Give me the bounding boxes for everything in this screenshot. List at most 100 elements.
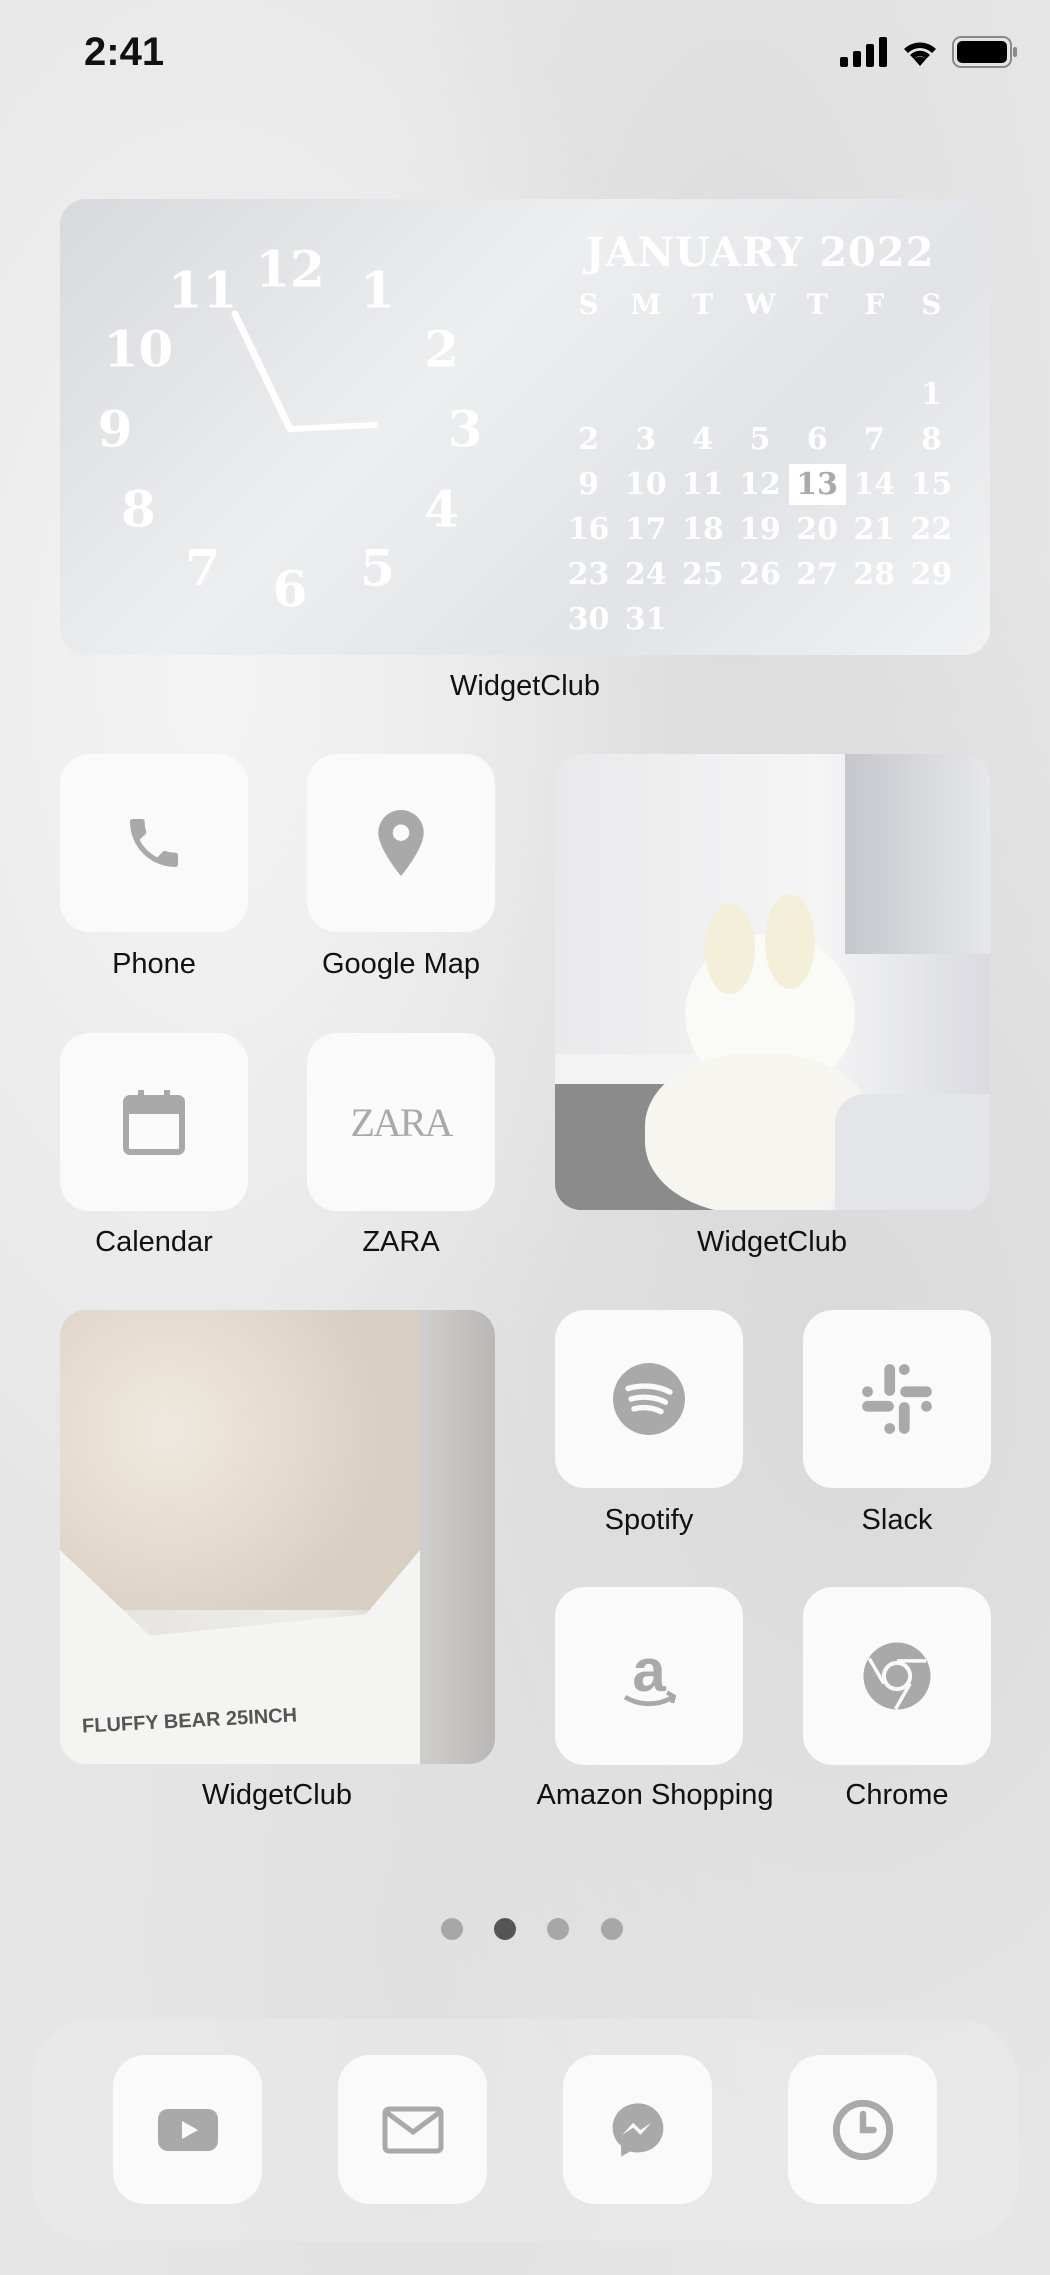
weekday-header: T — [692, 288, 714, 321]
calendar-day: 3 — [635, 422, 657, 457]
calendar-day: 28 — [853, 557, 896, 592]
photo-bunny-ear — [705, 904, 755, 994]
calendar-day: 10 — [624, 467, 667, 502]
clock-number: 3 — [447, 399, 483, 459]
map-pin-icon — [378, 810, 424, 876]
clock-calendar-widget[interactable]: 12 1 2 3 4 5 6 7 8 9 10 11 JANUARY 2022 SMTWTFS1234… — [60, 199, 990, 655]
calendar: JANUARY 2022 S M T W T F S 1 2 3 4 5 6 7 8 9 10 11 12 13 14 1… — [560, 229, 960, 640]
photo-blanket — [835, 1094, 990, 1210]
clock-number: 8 — [121, 479, 156, 539]
clock-number: 11 — [167, 260, 238, 320]
calendar-day: 8 — [920, 422, 942, 457]
clock-icon — [832, 2099, 893, 2160]
slack-icon — [862, 1364, 932, 1434]
empty-day — [617, 374, 674, 415]
status-time: 2:41 — [84, 30, 165, 74]
calendar-day: 18 — [681, 512, 724, 547]
calendar-day: 24 — [624, 557, 667, 592]
app-amazon-shopping[interactable]: a — [555, 1587, 743, 1765]
amazon-icon: a — [623, 1640, 677, 1707]
calendar-icon — [123, 1090, 185, 1155]
calendar-title: JANUARY 2022 — [585, 229, 935, 276]
calendar-day: 26 — [739, 557, 781, 592]
calendar-day: 30 — [567, 602, 610, 637]
calendar-day: 25 — [681, 557, 724, 592]
widget-label: WidgetClub — [697, 1226, 847, 1258]
calendar-day: 5 — [749, 422, 771, 457]
calendar-day: 4 — [692, 422, 714, 457]
dock-app-youtube[interactable] — [113, 2055, 262, 2204]
calendar-grid: S M T W T F S 1 2 3 4 5 6 7 8 9 10 11 12 13 14 15 16 17 18 19 20 21… — [560, 284, 960, 640]
widget-label: WidgetClub — [450, 670, 600, 702]
youtube-icon — [157, 2108, 218, 2151]
empty-day — [731, 374, 788, 415]
clock-number: 1 — [360, 260, 395, 320]
messenger-icon — [612, 2102, 663, 2157]
empty-day — [674, 374, 731, 415]
app-label: Amazon Shopping — [536, 1779, 774, 1811]
weekday-header: W — [744, 288, 776, 321]
chrome-icon — [863, 1642, 931, 1710]
page-dot[interactable] — [547, 1918, 569, 1940]
calendar-day: 20 — [796, 512, 838, 547]
app-slack[interactable] — [803, 1310, 991, 1488]
app-google-map[interactable] — [307, 754, 495, 932]
calendar-day: 17 — [624, 512, 667, 547]
app-zara[interactable]: ZARA — [307, 1033, 495, 1211]
calendar-day: 2 — [578, 422, 599, 457]
app-spotify[interactable] — [555, 1310, 743, 1488]
calendar-day: 22 — [910, 512, 953, 547]
photo-bears — [60, 1310, 420, 1610]
clock-number: 9 — [97, 399, 133, 459]
weekday-header: F — [864, 288, 885, 321]
weekday-header: S — [578, 288, 599, 321]
clock-number: 6 — [272, 559, 308, 619]
status-icons — [840, 36, 1018, 68]
signal-icon — [840, 37, 887, 67]
zara-logo: ZARA — [350, 1099, 454, 1145]
mail-icon — [382, 2106, 443, 2153]
app-phone[interactable] — [60, 754, 248, 932]
dock-app-mail[interactable] — [338, 2055, 487, 2204]
calendar-day: 9 — [578, 467, 599, 502]
calendar-day: 29 — [910, 557, 953, 592]
empty-day — [789, 374, 846, 415]
calendar-day: 14 — [853, 467, 896, 502]
app-label: Slack — [861, 1504, 933, 1536]
app-calendar[interactable] — [60, 1033, 248, 1211]
weekday-header: T — [806, 288, 828, 321]
photo-widget-bunny[interactable] — [555, 754, 990, 1210]
app-label: Phone — [112, 948, 196, 980]
calendar-day: 23 — [567, 557, 610, 592]
calendar-day-today: 13 — [788, 464, 846, 505]
dock-app-messenger[interactable] — [563, 2055, 712, 2204]
spotify-icon — [613, 1363, 685, 1435]
analog-clock: 12 1 2 3 4 5 6 7 8 9 10 11 — [60, 199, 500, 655]
app-chrome[interactable] — [803, 1587, 991, 1765]
clock-number: 5 — [360, 538, 395, 598]
calendar-day: 21 — [853, 512, 896, 547]
empty-day — [560, 374, 617, 415]
app-label: ZARA — [362, 1226, 440, 1258]
calendar-day: 6 — [806, 422, 828, 457]
page-dot-active[interactable] — [494, 1918, 516, 1940]
dock-app-clock[interactable] — [788, 2055, 937, 2204]
app-label: Google Map — [322, 948, 480, 980]
page-dot[interactable] — [441, 1918, 463, 1940]
clock-number: 4 — [424, 479, 459, 539]
app-label: Calendar — [95, 1226, 213, 1258]
photo-bunny-ear — [765, 894, 815, 989]
photo-widget-bears[interactable]: FLUFFY BEAR 25INCH — [60, 1310, 495, 1764]
app-label: Chrome — [845, 1779, 949, 1811]
clock-number: 2 — [424, 319, 459, 379]
page-dot[interactable] — [601, 1918, 623, 1940]
widget-label: WidgetClub — [202, 1779, 352, 1811]
clock-number: 12 — [255, 239, 325, 299]
calendar-day: 12 — [739, 467, 781, 502]
